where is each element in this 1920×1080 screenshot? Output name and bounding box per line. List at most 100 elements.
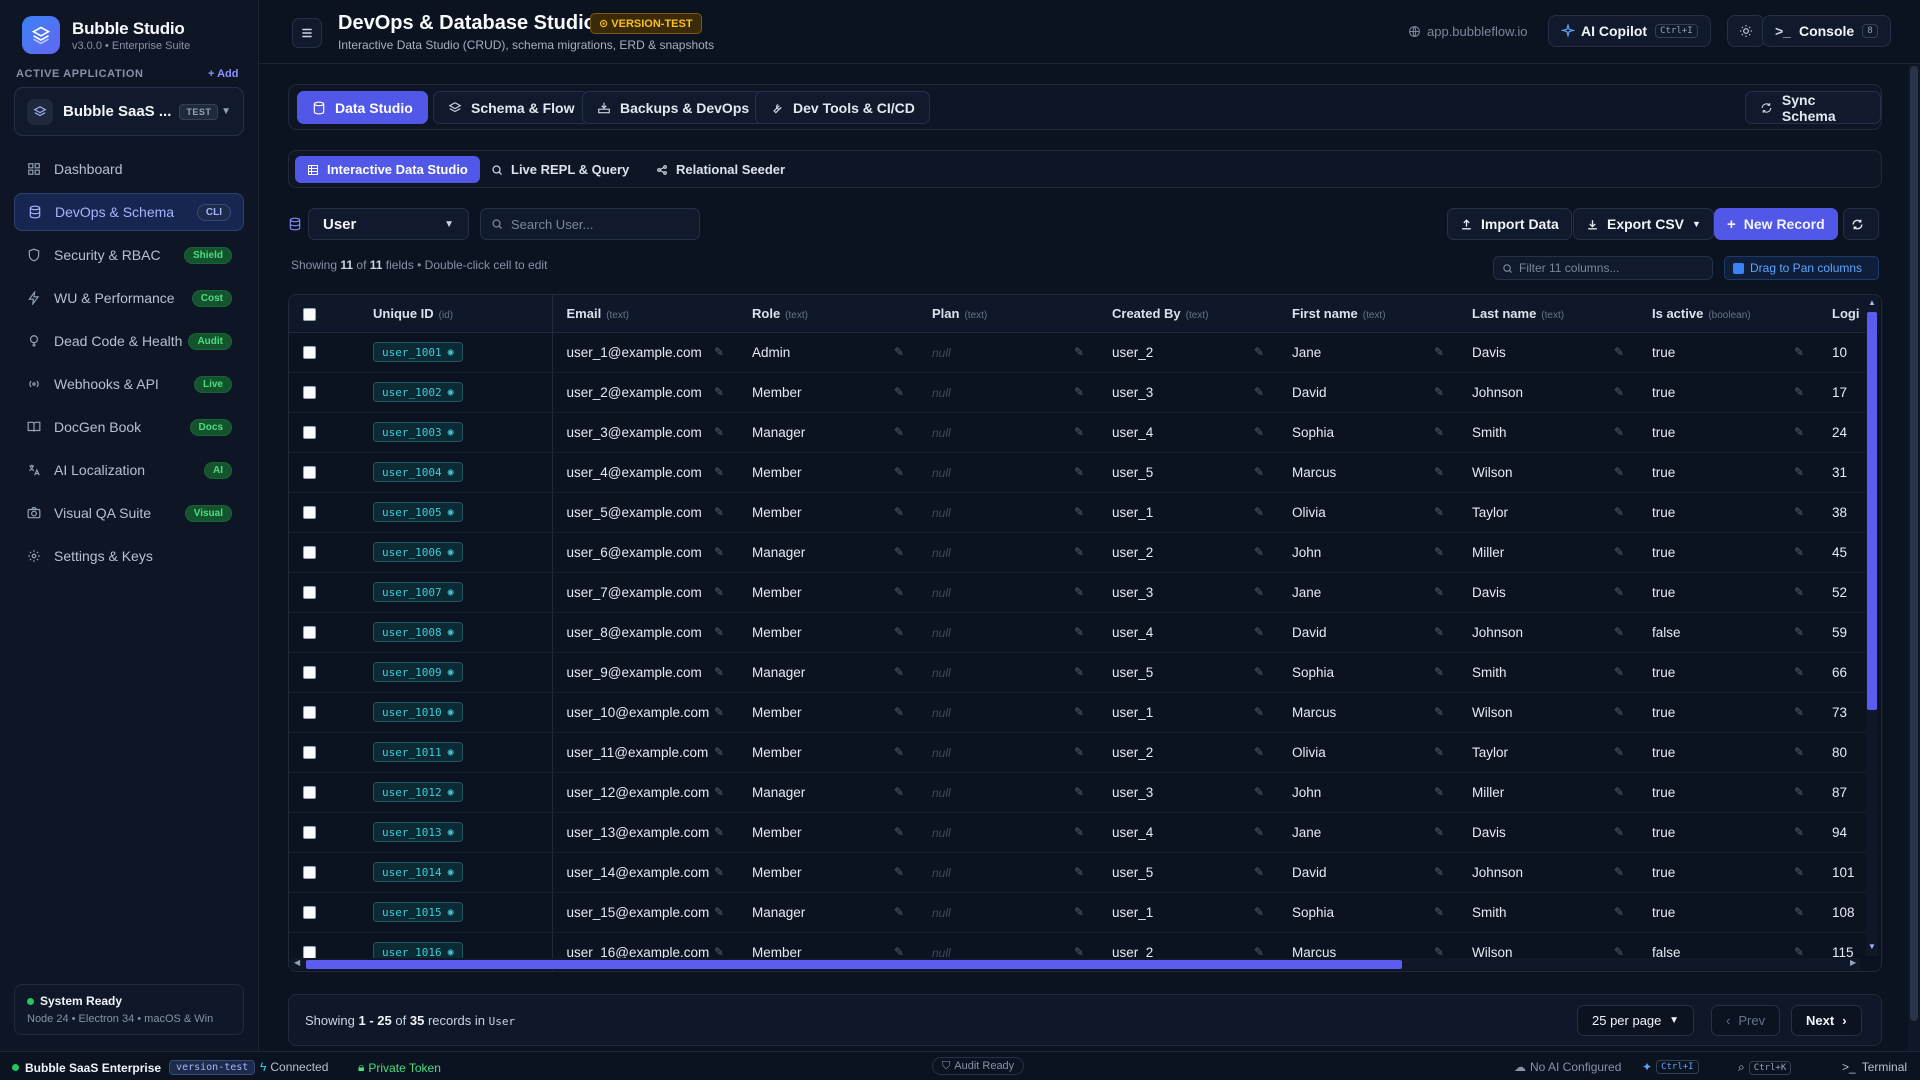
page-scrollbar-thumb[interactable] <box>1910 66 1918 1021</box>
import-data-button[interactable]: Import Data <box>1447 208 1572 240</box>
pencil-icon[interactable]: ✎ <box>1254 825 1264 839</box>
table-row[interactable]: user_1005 ◉ user_5@example.com ✎ Member ✎ null… <box>289 492 1879 533</box>
cell-first-name[interactable]: Sophia ✎ <box>1278 652 1458 693</box>
id-pill[interactable]: user_1012 ◉ <box>373 782 463 802</box>
pencil-icon[interactable]: ✎ <box>1794 465 1804 479</box>
cell-first-name[interactable]: Marcus ✎ <box>1278 452 1458 493</box>
cell-email[interactable]: user_15@example.com ✎ <box>552 892 738 933</box>
cell-email[interactable]: user_1@example.com ✎ <box>552 332 738 373</box>
cell-created-by[interactable]: user_1 ✎ <box>1098 892 1278 933</box>
cell-unique-id[interactable]: user_1001 ◉ <box>335 332 553 373</box>
cell-plan[interactable]: null ✎ <box>918 492 1098 533</box>
pencil-icon[interactable]: ✎ <box>1074 945 1084 959</box>
row-checkbox[interactable] <box>303 666 316 680</box>
pencil-icon[interactable]: ✎ <box>714 345 724 359</box>
cell-last-name[interactable]: Johnson ✎ <box>1458 372 1638 413</box>
sidebar-item-devops-schema[interactable]: DevOps & Schema CLI <box>14 193 244 231</box>
id-pill[interactable]: user_1002 ◉ <box>373 382 463 402</box>
row-checkbox[interactable] <box>303 506 316 520</box>
pencil-icon[interactable]: ✎ <box>1614 705 1624 719</box>
horizontal-scrollbar[interactable]: ◀ ▶ <box>290 958 1860 970</box>
pencil-icon[interactable]: ✎ <box>1074 505 1084 519</box>
subtab-interactive-data-studio[interactable]: Interactive Data Studio <box>295 156 480 183</box>
pencil-icon[interactable]: ✎ <box>714 465 724 479</box>
pencil-icon[interactable]: ✎ <box>714 945 724 959</box>
pencil-icon[interactable]: ✎ <box>714 665 724 679</box>
eye-icon[interactable]: ◉ <box>448 427 454 438</box>
pencil-icon[interactable]: ✎ <box>1794 545 1804 559</box>
id-pill[interactable]: user_1001 ◉ <box>373 342 463 362</box>
cell-created-by[interactable]: user_2 ✎ <box>1098 332 1278 373</box>
table-row[interactable]: user_1015 ◉ user_15@example.com ✎ Manager ✎ nu… <box>289 892 1879 933</box>
pencil-icon[interactable]: ✎ <box>714 905 724 919</box>
pencil-icon[interactable]: ✎ <box>1794 385 1804 399</box>
pencil-icon[interactable]: ✎ <box>894 625 904 639</box>
pencil-icon[interactable]: ✎ <box>1794 425 1804 439</box>
cell-plan[interactable]: null ✎ <box>918 772 1098 813</box>
pencil-icon[interactable]: ✎ <box>1614 465 1624 479</box>
cell-unique-id[interactable]: user_1015 ◉ <box>335 892 553 933</box>
cell-is-active[interactable]: true ✎ <box>1638 372 1818 413</box>
cell-email[interactable]: user_3@example.com ✎ <box>552 412 738 453</box>
select-all-checkbox[interactable] <box>303 307 316 321</box>
cell-role[interactable]: Member ✎ <box>738 812 918 853</box>
cell-created-by[interactable]: user_1 ✎ <box>1098 692 1278 733</box>
pencil-icon[interactable]: ✎ <box>894 385 904 399</box>
new-record-button[interactable]: + New Record <box>1714 208 1838 240</box>
cell-last-name[interactable]: Smith ✎ <box>1458 652 1638 693</box>
row-checkbox[interactable] <box>303 626 316 640</box>
eye-icon[interactable]: ◉ <box>448 747 454 758</box>
sidebar-item-localization[interactable]: AI Localization AI <box>14 451 244 489</box>
id-pill[interactable]: user_1015 ◉ <box>373 902 463 922</box>
cell-unique-id[interactable]: user_1002 ◉ <box>335 372 553 413</box>
column-header-role[interactable]: Role (text) <box>738 295 918 333</box>
pencil-icon[interactable]: ✎ <box>1074 545 1084 559</box>
id-pill[interactable]: user_1004 ◉ <box>373 462 463 482</box>
pencil-icon[interactable]: ✎ <box>894 785 904 799</box>
cell-last-name[interactable]: Wilson ✎ <box>1458 692 1638 733</box>
cell-email[interactable]: user_2@example.com ✎ <box>552 372 738 413</box>
pencil-icon[interactable]: ✎ <box>1794 345 1804 359</box>
pencil-icon[interactable]: ✎ <box>1794 585 1804 599</box>
cell-created-by[interactable]: user_4 ✎ <box>1098 812 1278 853</box>
pencil-icon[interactable]: ✎ <box>1434 865 1444 879</box>
eye-icon[interactable]: ◉ <box>448 667 454 678</box>
cell-unique-id[interactable]: user_1003 ◉ <box>335 412 553 453</box>
id-pill[interactable]: user_1003 ◉ <box>373 422 463 442</box>
sidebar-item-dead-code[interactable]: Dead Code & Health Audit <box>14 322 244 360</box>
pencil-icon[interactable]: ✎ <box>1614 345 1624 359</box>
cell-last-name[interactable]: Taylor ✎ <box>1458 732 1638 773</box>
pencil-icon[interactable]: ✎ <box>1254 545 1264 559</box>
pencil-icon[interactable]: ✎ <box>1434 825 1444 839</box>
cell-is-active[interactable]: true ✎ <box>1638 892 1818 933</box>
cell-role[interactable]: Manager ✎ <box>738 772 918 813</box>
console-button[interactable]: >_ Console 8 <box>1762 15 1891 47</box>
pencil-icon[interactable]: ✎ <box>894 745 904 759</box>
id-pill[interactable]: user_1007 ◉ <box>373 582 463 602</box>
pencil-icon[interactable]: ✎ <box>714 385 724 399</box>
cell-email[interactable]: user_10@example.com ✎ <box>552 692 738 733</box>
cell-created-by[interactable]: user_5 ✎ <box>1098 452 1278 493</box>
pencil-icon[interactable]: ✎ <box>1254 425 1264 439</box>
pencil-icon[interactable]: ✎ <box>1074 665 1084 679</box>
cell-first-name[interactable]: Jane ✎ <box>1278 572 1458 613</box>
pencil-icon[interactable]: ✎ <box>1614 545 1624 559</box>
table-row[interactable]: user_1011 ◉ user_11@example.com ✎ Member ✎ nul… <box>289 732 1879 773</box>
eye-icon[interactable]: ◉ <box>448 507 454 518</box>
eye-icon[interactable]: ◉ <box>448 547 454 558</box>
pencil-icon[interactable]: ✎ <box>1434 385 1444 399</box>
pencil-icon[interactable]: ✎ <box>1794 865 1804 879</box>
status-terminal[interactable]: >_ Terminal <box>1842 1060 1907 1074</box>
pencil-icon[interactable]: ✎ <box>1794 745 1804 759</box>
cell-plan[interactable]: null ✎ <box>918 652 1098 693</box>
sidebar-item-webhooks[interactable]: Webhooks & API Live <box>14 365 244 403</box>
cell-role[interactable]: Admin ✎ <box>738 332 918 373</box>
cell-plan[interactable]: null ✎ <box>918 732 1098 773</box>
pencil-icon[interactable]: ✎ <box>1794 665 1804 679</box>
tab-dev-tools[interactable]: Dev Tools & CI/CD <box>755 91 930 124</box>
cell-unique-id[interactable]: user_1011 ◉ <box>335 732 553 773</box>
theme-toggle-button[interactable] <box>1727 15 1765 47</box>
cell-last-name[interactable]: Davis ✎ <box>1458 332 1638 373</box>
cell-role[interactable]: Member ✎ <box>738 372 918 413</box>
cell-is-active[interactable]: true ✎ <box>1638 332 1818 373</box>
